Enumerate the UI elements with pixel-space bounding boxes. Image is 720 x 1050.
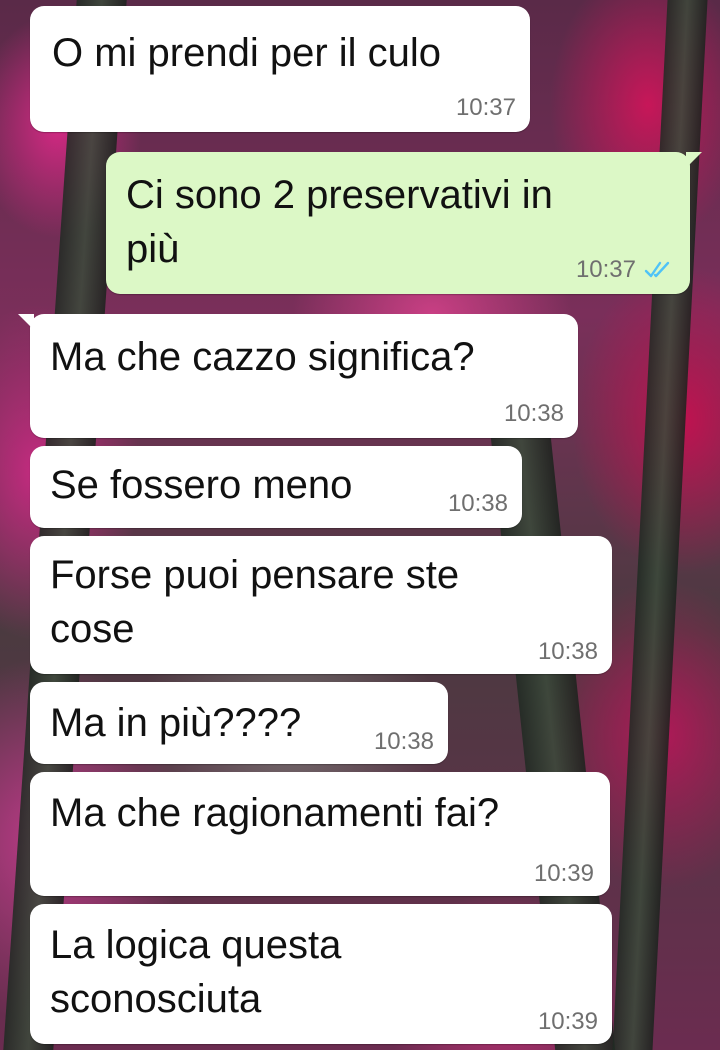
message-list[interactable]: O mi prendi per il culo 10:37 Ci sono 2 … bbox=[0, 0, 720, 1050]
message-timestamp: 10:38 bbox=[503, 400, 564, 427]
message-timestamp: 10:39 bbox=[537, 1008, 598, 1035]
message-text: O mi prendi per il culo bbox=[52, 31, 442, 75]
message-bubble-incoming[interactable]: Ma in più???? 10:38 bbox=[30, 682, 448, 764]
message-text: Ci sono 2 preservativi in più bbox=[126, 173, 553, 271]
message-bubble-incoming[interactable]: O mi prendi per il culo 10:37 bbox=[30, 6, 530, 132]
bubble-tail bbox=[686, 152, 702, 168]
message-text: Forse puoi pensare ste cose bbox=[50, 553, 460, 651]
message-text: La logica questa sconosciuta bbox=[50, 923, 342, 1021]
message-bubble-outgoing[interactable]: Ci sono 2 preservativi in più 10:37 bbox=[106, 152, 702, 294]
message-bubble-incoming[interactable]: Se fossero meno 10:38 bbox=[30, 446, 522, 528]
message-timestamp: 10:37 bbox=[455, 94, 516, 121]
message-timestamp: 10:38 bbox=[373, 728, 434, 755]
message-timestamp: 10:38 bbox=[447, 490, 508, 517]
message-text: Ma che cazzo significa? bbox=[50, 335, 475, 379]
message-text: Ma che ragionamenti fai? bbox=[50, 791, 500, 835]
message-text: Se fossero meno bbox=[50, 463, 353, 507]
message-bubble-incoming[interactable]: La logica questa sconosciuta 10:39 bbox=[30, 904, 612, 1044]
message-timestamp: 10:37 bbox=[575, 256, 636, 283]
message-text: Ma in più???? bbox=[50, 701, 302, 745]
message-bubble-incoming[interactable]: Ma che cazzo significa? 10:38 bbox=[18, 314, 578, 438]
double-check-read-icon bbox=[644, 260, 672, 280]
message-timestamp: 10:39 bbox=[533, 860, 594, 887]
message-bubble-incoming[interactable]: Ma che ragionamenti fai? 10:39 bbox=[30, 772, 610, 896]
message-timestamp: 10:38 bbox=[537, 638, 598, 665]
bubble-tail bbox=[18, 314, 34, 330]
message-bubble-incoming[interactable]: Forse puoi pensare ste cose 10:38 bbox=[30, 536, 612, 674]
